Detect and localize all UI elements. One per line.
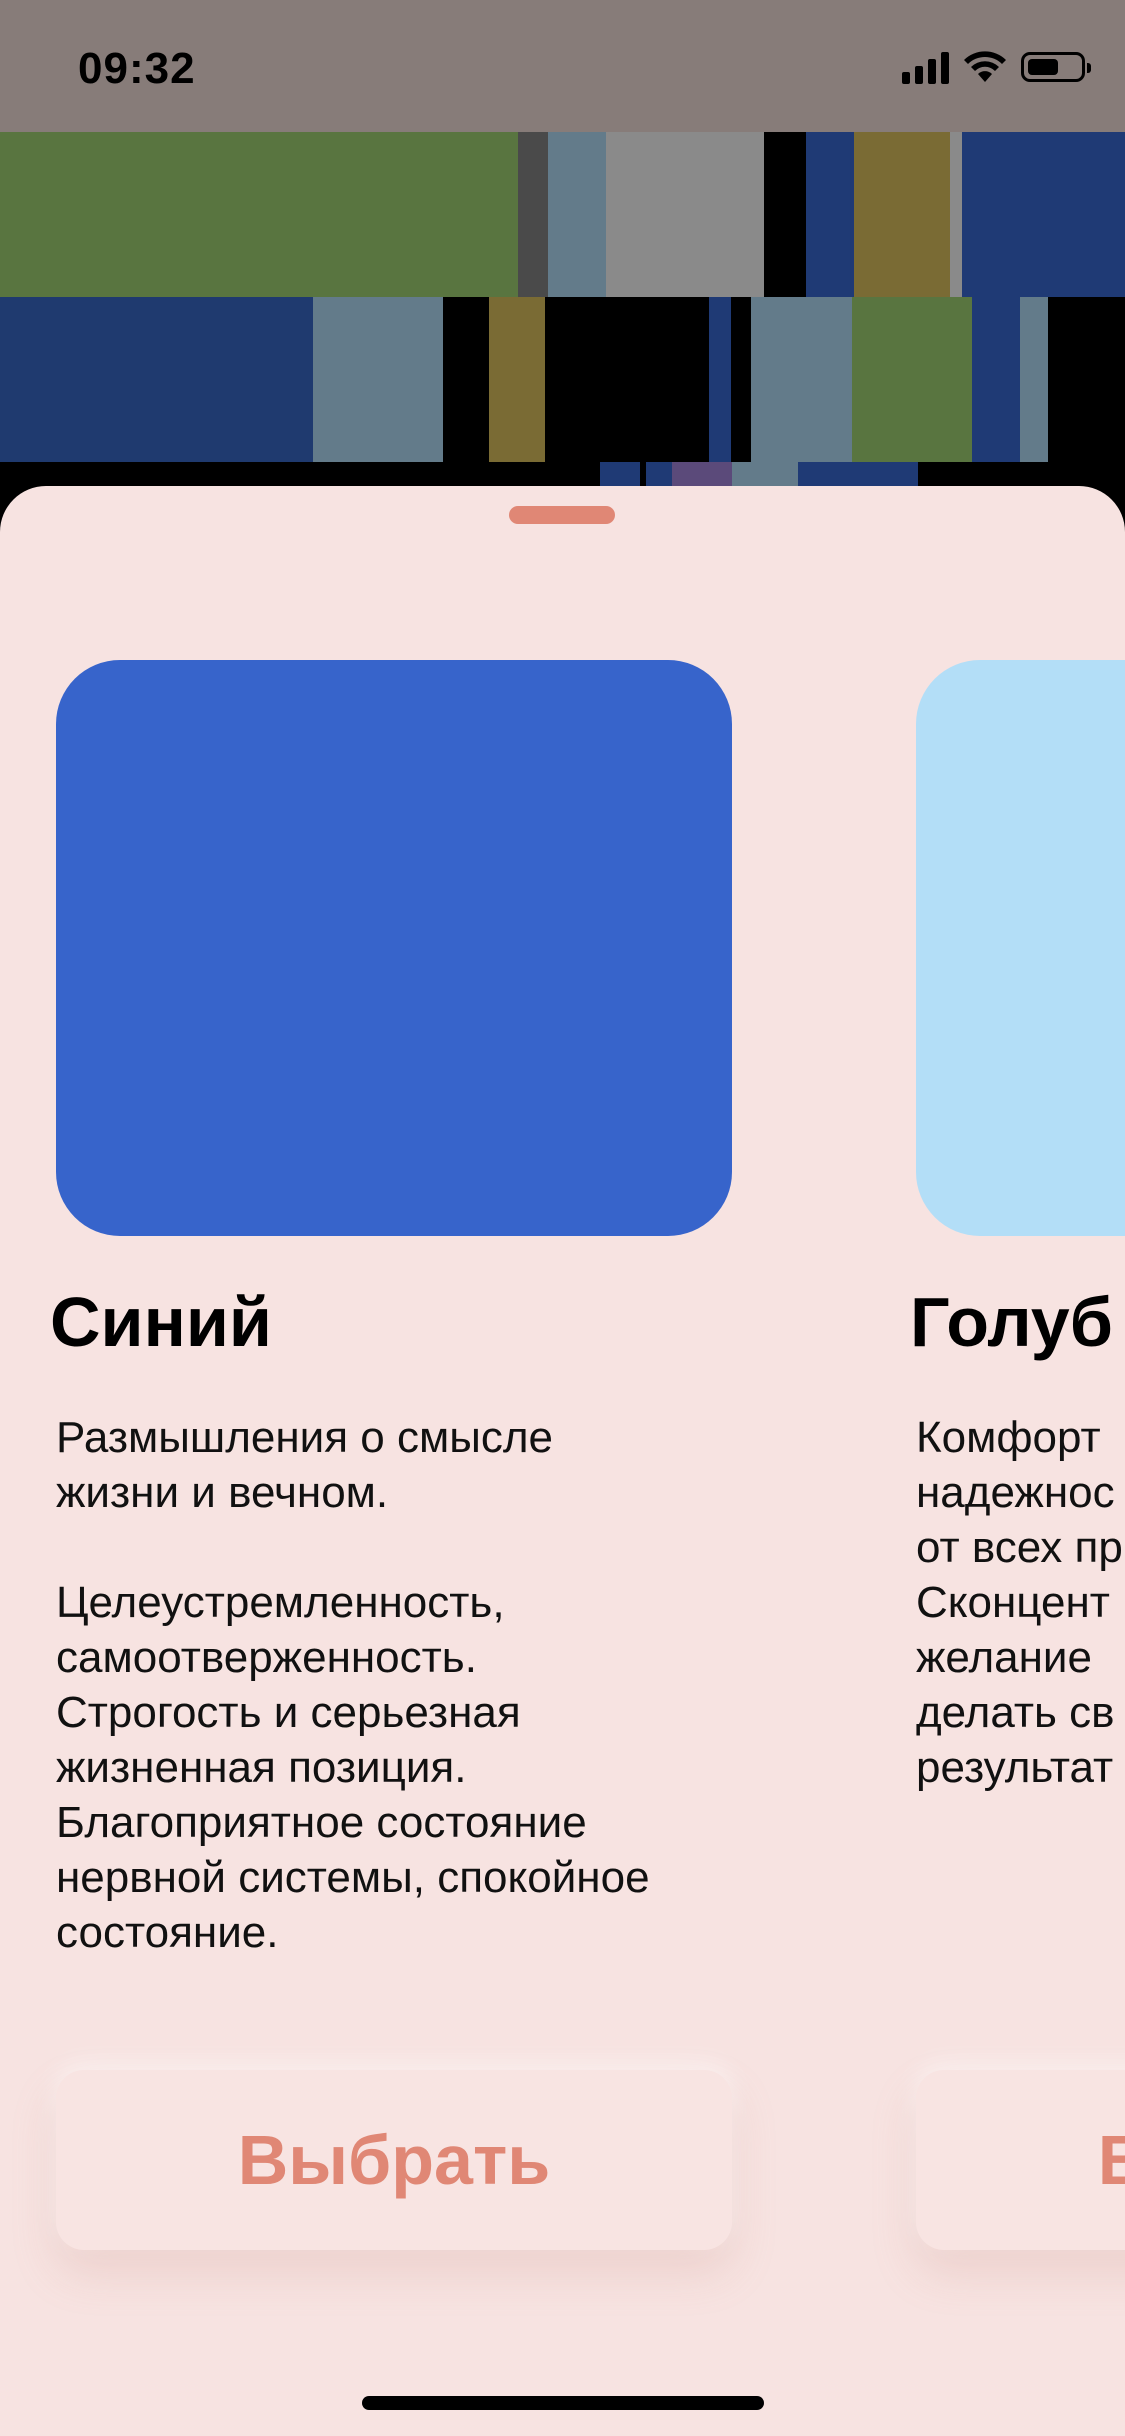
color-card-carousel[interactable]: Синий Размышления о смысле жизни и вечно… xyxy=(0,486,1125,2436)
color-card-light-blue: Голуб Комфорт надежнос от всех пр Сконце… xyxy=(910,486,1125,2436)
color-swatch-blue xyxy=(56,660,732,1236)
battery-icon xyxy=(1021,52,1091,82)
home-indicator xyxy=(362,2396,764,2410)
color-picker-sheet: Синий Размышления о смысле жизни и вечно… xyxy=(0,486,1125,2436)
select-button[interactable]: Выбрать xyxy=(56,2070,732,2250)
select-button[interactable]: Выбрать xyxy=(916,2070,1125,2250)
status-time: 09:32 xyxy=(78,44,196,93)
card-title: Голуб xyxy=(910,1283,1113,1361)
color-swatch-light-blue xyxy=(916,660,1125,1236)
card-description: Размышления о смысле жизни и вечном. Цел… xyxy=(56,1413,650,1957)
status-icons xyxy=(902,50,1091,84)
wifi-icon xyxy=(964,51,1006,82)
card-title: Синий xyxy=(50,1283,272,1361)
status-bar: 09:32 xyxy=(0,0,1125,132)
card-description: Комфорт надежнос от всех пр Сконцент жел… xyxy=(916,1413,1123,1792)
camera-preview-mosaic xyxy=(0,132,1125,512)
cellular-signal-icon xyxy=(902,50,949,84)
color-card-blue: Синий Размышления о смысле жизни и вечно… xyxy=(50,486,732,2436)
